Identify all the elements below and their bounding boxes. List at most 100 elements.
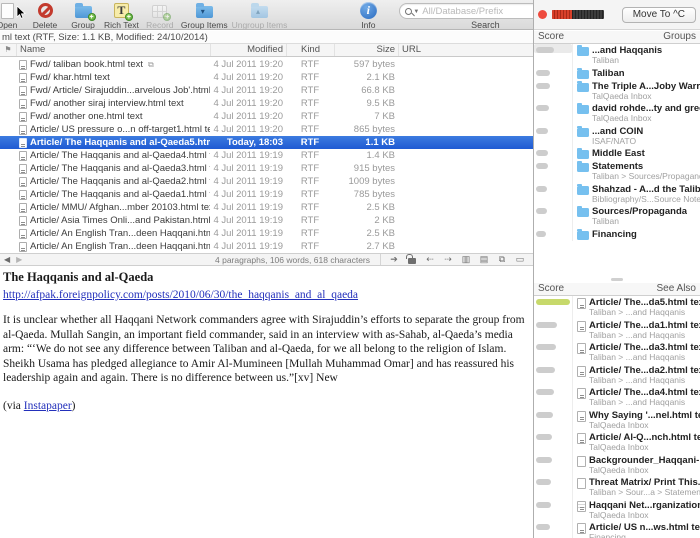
wrap-right-icon[interactable]: ⇢ [441,254,455,265]
column-header-kind[interactable]: Kind [286,44,334,56]
see-also-item[interactable]: Article/ The...da5.html textTaliban > ..… [534,296,700,319]
classify-group-item[interactable]: StatementsTaliban > Sources/Propaganda [534,160,700,183]
classify-group-item[interactable]: Taliban [534,67,700,80]
table-row[interactable]: Article/ An English Tran...deen Haqqani.… [0,240,533,253]
row-kind: RTF [286,240,334,253]
group-name: Shahzad - A...d the Taliban [592,184,700,195]
see-also-name: Threat Matrix/ Print This.pdf [589,477,700,488]
column-header-name[interactable]: Name [16,44,210,56]
group-score-cell [534,147,572,156]
toolbar-button-group[interactable]: +Group [66,0,100,30]
row-kind: RTF [286,123,334,136]
table-row[interactable]: Fwd/ another one.html text4 Jul 2011 19:… [0,110,533,123]
search-input[interactable]: ▼ All/Database/Prefix [399,3,533,19]
see-also-item[interactable]: Backgrounder_Haqqani-FTOTalQaeda Inbox [534,454,700,477]
see-also-item[interactable]: Article/ The...da2.html textTaliban > ..… [534,364,700,387]
see-also-item[interactable]: Threat Matrix/ Print This.pdfTaliban > S… [534,476,700,499]
document-icon [577,298,586,309]
row-url [398,136,533,149]
toolbar-button-delete[interactable]: Delete [28,0,62,30]
column-header-modified[interactable]: Modified [210,44,286,56]
table-row[interactable]: Article/ The Haqqanis and al-Qaeda4.html… [0,149,533,162]
instapaper-link[interactable]: Instapaper [24,400,72,412]
see-also-item[interactable]: Haqqani Net...rganizationsTalQaeda Inbox [534,499,700,522]
forward-button[interactable]: ▶ [16,255,22,264]
info-icon: i [360,2,377,19]
back-button[interactable]: ◀ [4,255,10,264]
classify-group-item[interactable]: Financing [534,228,700,241]
row-size: 865 bytes [334,123,398,136]
column-header-url[interactable]: URL [398,44,533,56]
columns-icon[interactable]: ▥ [459,254,473,265]
group-score-cell [534,125,572,134]
see-also-name: Article/ Al-Q...nch.html text [589,432,700,443]
table-row[interactable]: Fwd/ taliban book.html text⧉4 Jul 2011 1… [0,58,533,71]
table-row[interactable]: Article/ The Haqqanis and al-Qaeda1.html… [0,188,533,201]
table-row[interactable]: Article/ US pressure o...n off-target1.h… [0,123,533,136]
document-icon [19,73,27,83]
wrap-left-icon[interactable]: ⇠ [423,254,437,265]
classify-group-item[interactable]: The Triple A...Joby Warrick)TalQaeda Inb… [534,80,700,103]
classify-group-item[interactable]: ...and HaqqanisTaliban [534,44,700,67]
table-row[interactable]: Article/ The Haqqanis and al-Qaeda2.html… [0,175,533,188]
document-icon [19,60,27,70]
classify-score-header: Score [538,31,564,43]
folder-icon [577,70,589,79]
row-modified: Today, 18:03 [210,136,286,149]
see-also-item[interactable]: Article/ The...da4.html textTaliban > ..… [534,386,700,409]
see-also-item[interactable]: Article/ The...da1.html textTaliban > ..… [534,319,700,342]
folder-icon [577,47,589,56]
move-to-button[interactable]: Move To ^C [622,7,696,23]
row-kind: RTF [286,175,334,188]
classify-group-item[interactable]: david rohde...ty and greed.TalQaeda Inbo… [534,102,700,125]
see-also-item[interactable]: Article/ US n...ws.html textFinancing [534,521,700,538]
reveal-arrow-icon[interactable]: ➔ [387,254,401,265]
see-also-item[interactable]: Article/ The...da3.html textTaliban > ..… [534,341,700,364]
classify-group-item[interactable]: ...and COINISAF/NATO [534,125,700,148]
see-also-score-bar [536,322,557,328]
table-row[interactable]: Article/ Asia Times Onli...and Pakistan.… [0,214,533,227]
table-row[interactable]: Fwd/ Article/ Sirajuddin...arvelous Job'… [0,84,533,97]
classify-group-item[interactable]: Shahzad - A...d the TalibanBibliography/… [534,183,700,206]
toolbar-button-label: Ungroup Items [232,20,288,30]
toolbar-button-group-items[interactable]: ▾Group Items [181,0,228,30]
document-stats: 4 paragraphs, 106 words, 618 characters [215,255,380,265]
row-url [398,110,533,123]
row-name: Article/ The Haqqanis and al-Qaeda1.html… [30,188,210,201]
row-url [398,214,533,227]
preview-url-link[interactable]: http://afpak.foreignpolicy.com/posts/201… [3,289,358,301]
table-row[interactable]: Article/ The Haqqanis and al-Qaeda5.html… [0,136,533,149]
see-also-score-header: Score [538,283,564,295]
see-also-location: TalQaeda Inbox [589,443,700,453]
row-url [398,58,533,71]
table-row[interactable]: Fwd/ another siraj interview.html text4 … [0,97,533,110]
table-row[interactable]: Article/ An English Tran...deen Haqqani.… [0,227,533,240]
see-also-score-bar [536,412,553,418]
table-row[interactable]: Fwd/ khar.html text4 Jul 2011 19:20RTF2.… [0,71,533,84]
see-also-item[interactable]: Why Saying '...nel.html textTalQaeda Inb… [534,409,700,432]
table-row[interactable]: Article/ The Haqqanis and al-Qaeda3.html… [0,162,533,175]
group-score-bar [536,128,548,134]
classify-hat-icon[interactable]: ▤ [477,254,491,265]
unlock-icon[interactable] [408,258,416,264]
group-score-cell [534,102,572,111]
column-header-flag[interactable]: ⚑ [0,44,16,56]
see-also-item[interactable]: Article/ Al-Q...nch.html textTalQaeda In… [534,431,700,454]
see-also-name: Article/ The...da5.html text [589,297,700,308]
toolbar-button-rich-text[interactable]: T+Rich Text [104,0,139,30]
widescreen-icon[interactable]: ▭ [513,254,527,265]
column-header-size[interactable]: Size [334,44,398,56]
document-icon [19,86,27,96]
row-kind: RTF [286,136,334,149]
row-size: 2 KB [334,214,398,227]
table-row[interactable]: Article/ MMU/ Afghan...mber 20103.html t… [0,201,533,214]
duplicate-icon[interactable]: ⧉ [495,254,509,265]
drawer-splitter[interactable] [534,276,700,283]
document-icon [577,343,586,354]
toolbar-info-button[interactable]: i Info [351,0,385,30]
classify-group-item[interactable]: Sources/PropagandaTaliban [534,205,700,228]
see-also-location: Financing [589,533,700,538]
classify-groups-header: Groups [663,31,696,43]
classify-group-item[interactable]: Middle East [534,147,700,160]
file-list: Fwd/ taliban book.html text⧉4 Jul 2011 1… [0,58,533,253]
